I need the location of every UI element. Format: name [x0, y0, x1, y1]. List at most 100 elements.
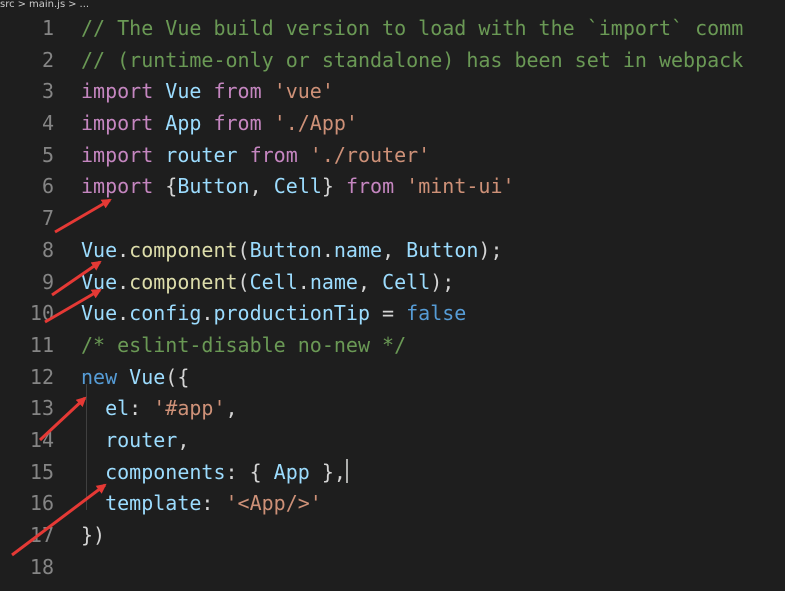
code-token: from — [345, 174, 395, 199]
line-number: 18 — [29, 554, 54, 579]
text-cursor — [345, 458, 348, 483]
code-token: productionTip — [213, 301, 371, 326]
code-line[interactable]: 8 Vue.component(Button.name, Button); — [0, 235, 785, 267]
code-line[interactable]: 7 — [0, 203, 785, 235]
code-token: Cell — [273, 174, 322, 199]
code-token: router — [153, 142, 250, 167]
line-number: 15 — [29, 459, 54, 484]
line-number: 2 — [41, 47, 54, 72]
breadcrumb: src > main.js >... — [0, 0, 785, 12]
code-token: = — [370, 301, 407, 326]
code-line[interactable]: 6 import {Button, Cell} from 'mint-ui' — [0, 171, 785, 203]
breadcrumb-folder[interactable]: src — [0, 0, 15, 10]
code-line[interactable]: 9 Vue.component(Cell.name, Cell); — [0, 267, 785, 299]
code-token: , — [382, 237, 407, 262]
line-number: 4 — [41, 111, 54, 136]
code-text[interactable]: Vue.component(Cell.name, Cell); — [81, 267, 454, 299]
code-token: . — [201, 301, 214, 326]
code-token: el — [81, 396, 130, 421]
code-token: . — [117, 269, 130, 294]
code-token: import — [81, 111, 154, 136]
code-line[interactable]: 5 import router from './router' — [0, 140, 785, 172]
line-number: 12 — [29, 364, 54, 389]
code-token: ); — [478, 237, 503, 262]
code-line[interactable]: 4 import App from './App' — [0, 108, 785, 140]
code-text[interactable]: // The Vue build version to load with th… — [81, 13, 743, 45]
code-token: './router' — [309, 142, 431, 167]
code-line[interactable]: 13 el: '#app', — [0, 393, 785, 425]
code-line[interactable]: 15 components: { App }, — [0, 457, 785, 489]
code-token: { — [153, 174, 178, 199]
code-text[interactable]: /* eslint-disable no-new */ — [81, 330, 406, 362]
code-line[interactable]: 11 /* eslint-disable no-new */ — [0, 330, 785, 362]
code-token: App — [153, 111, 214, 136]
code-text[interactable]: el: '#app', — [81, 393, 238, 425]
code-token: Vue — [129, 364, 166, 389]
line-number: 7 — [41, 206, 54, 231]
code-line[interactable]: 3 import Vue from 'vue' — [0, 76, 785, 108]
code-token: from — [249, 142, 298, 167]
code-token: // The Vue build version to load with th… — [81, 16, 744, 40]
code-token: 'mint-ui' — [406, 174, 515, 199]
code-token: , — [225, 396, 238, 421]
code-token: components — [81, 459, 226, 484]
code-line[interactable]: 1 // The Vue build version to load with t… — [0, 13, 785, 45]
code-text[interactable]: import App from './App' — [81, 108, 358, 140]
breadcrumb-file[interactable]: main.js — [29, 0, 65, 10]
code-token: Vue — [81, 269, 118, 294]
code-token: }) — [81, 523, 106, 547]
code-text[interactable]: Vue.component(Button.name, Button); — [81, 235, 503, 267]
code-token: Button — [406, 237, 479, 262]
indent-guide — [86, 384, 87, 510]
code-line[interactable]: 14 router, — [0, 425, 785, 457]
line-number: 5 — [41, 142, 54, 167]
code-token: : — [129, 396, 154, 421]
code-token: import — [81, 142, 154, 167]
code-text[interactable]: template: '<App/>' — [81, 488, 322, 520]
line-number: 11 — [29, 332, 54, 357]
code-token: from — [213, 111, 262, 136]
code-token: Button — [177, 174, 250, 199]
code-line[interactable]: 12 new Vue({ — [0, 362, 785, 394]
code-text[interactable]: import Vue from 'vue' — [81, 76, 334, 108]
code-text[interactable]: }) — [81, 520, 105, 552]
line-number: 3 — [41, 79, 54, 104]
code-token: : { — [225, 459, 274, 484]
code-token: name — [309, 269, 358, 294]
line-number: 1 — [41, 16, 54, 40]
code-token: template — [81, 491, 202, 516]
code-token: . — [297, 269, 310, 294]
code-token: import — [81, 79, 154, 104]
code-text[interactable]: // (runtime-only or standalone) has been… — [81, 45, 743, 77]
code-token: . — [117, 301, 130, 326]
code-editor[interactable]: 1 // The Vue build version to load with t… — [0, 13, 785, 591]
breadcrumb-separator: > — [68, 0, 77, 10]
code-line[interactable]: 2 // (runtime-only or standalone) has bee… — [0, 45, 785, 77]
code-text[interactable]: new Vue({ — [81, 362, 189, 394]
code-text[interactable]: import {Button, Cell} from 'mint-ui' — [81, 171, 515, 203]
line-number: 16 — [29, 491, 54, 516]
code-text[interactable]: import router from './router' — [81, 140, 430, 172]
breadcrumb-more[interactable]: ... — [80, 0, 90, 10]
code-token: Cell — [382, 269, 431, 294]
code-line[interactable]: 17}) — [0, 520, 785, 552]
code-line[interactable]: 18 — [0, 552, 785, 584]
code-token: from — [213, 79, 262, 104]
line-number: 10 — [29, 301, 54, 326]
code-token: config — [129, 301, 202, 326]
code-token: '<App/>' — [225, 491, 322, 516]
code-token: , — [357, 269, 383, 294]
code-text[interactable]: components: { App }, — [81, 457, 348, 489]
code-line[interactable]: 16 template: '<App/>' — [0, 488, 785, 520]
code-text[interactable]: Vue.config.productionTip = false — [81, 298, 466, 330]
code-token: Vue — [81, 301, 118, 326]
code-text[interactable]: router, — [81, 425, 189, 457]
code-token: Cell — [249, 269, 298, 294]
code-token: }, — [309, 459, 346, 484]
code-line[interactable]: 10 Vue.config.productionTip = false — [0, 298, 785, 330]
code-token: '#app' — [153, 396, 226, 421]
